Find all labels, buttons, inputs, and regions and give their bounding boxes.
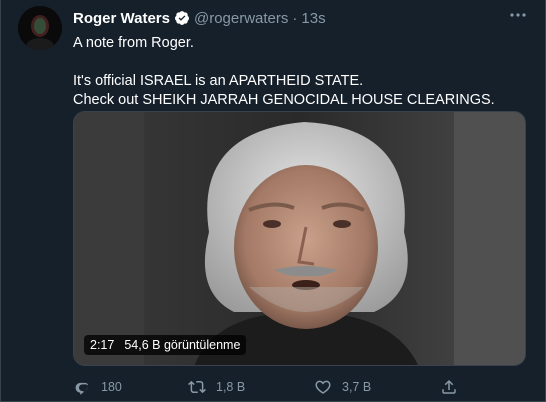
author-handle[interactable]: @rogerwaters <box>194 10 288 27</box>
reply-count: 180 <box>101 380 122 394</box>
verified-badge-icon <box>174 10 190 26</box>
retweet-button[interactable]: 1,8 B <box>188 378 245 396</box>
tweet-text: A note from Roger. It's official ISRAEL … <box>73 34 525 110</box>
like-button[interactable]: 3,7 B <box>314 378 371 396</box>
reply-icon <box>75 382 89 395</box>
avatar[interactable] <box>18 6 62 50</box>
retweet-count: 1,8 B <box>216 380 246 394</box>
tweet-header: Roger Waters @rogerwaters · 13s <box>73 8 525 28</box>
tweet-card[interactable]: Roger Waters @rogerwaters · 13s A note f… <box>0 0 546 402</box>
timestamp[interactable]: 13s <box>301 10 325 27</box>
heart-icon <box>315 380 331 394</box>
video-player[interactable]: 2:17 54,6 B görüntülenme <box>73 111 526 366</box>
video-frame <box>74 112 525 365</box>
separator-dot: · <box>292 9 298 27</box>
tweet-line-3: Check out SHEIKH JARRAH GENOCIDAL HOUSE … <box>73 92 495 108</box>
video-info-overlay: 2:17 54,6 B görüntülenme <box>84 335 247 355</box>
avatar-portrait <box>18 6 62 50</box>
tweet-line-2: It's official ISRAEL is an APARTHEID STA… <box>73 73 364 89</box>
like-count: 3,7 B <box>342 380 372 394</box>
more-options-icon[interactable] <box>509 8 527 20</box>
reply-button[interactable]: 180 <box>73 378 122 396</box>
share-icon <box>442 379 456 394</box>
share-button[interactable] <box>440 378 458 396</box>
tweet-line-1: A note from Roger. <box>73 35 194 51</box>
video-duration: 2:17 <box>90 338 115 352</box>
video-views: 54,6 B görüntülenme <box>124 338 241 352</box>
retweet-icon <box>188 380 206 394</box>
tweet-actions: 180 1,8 B 3,7 B <box>73 377 493 397</box>
author-name[interactable]: Roger Waters <box>73 10 170 27</box>
